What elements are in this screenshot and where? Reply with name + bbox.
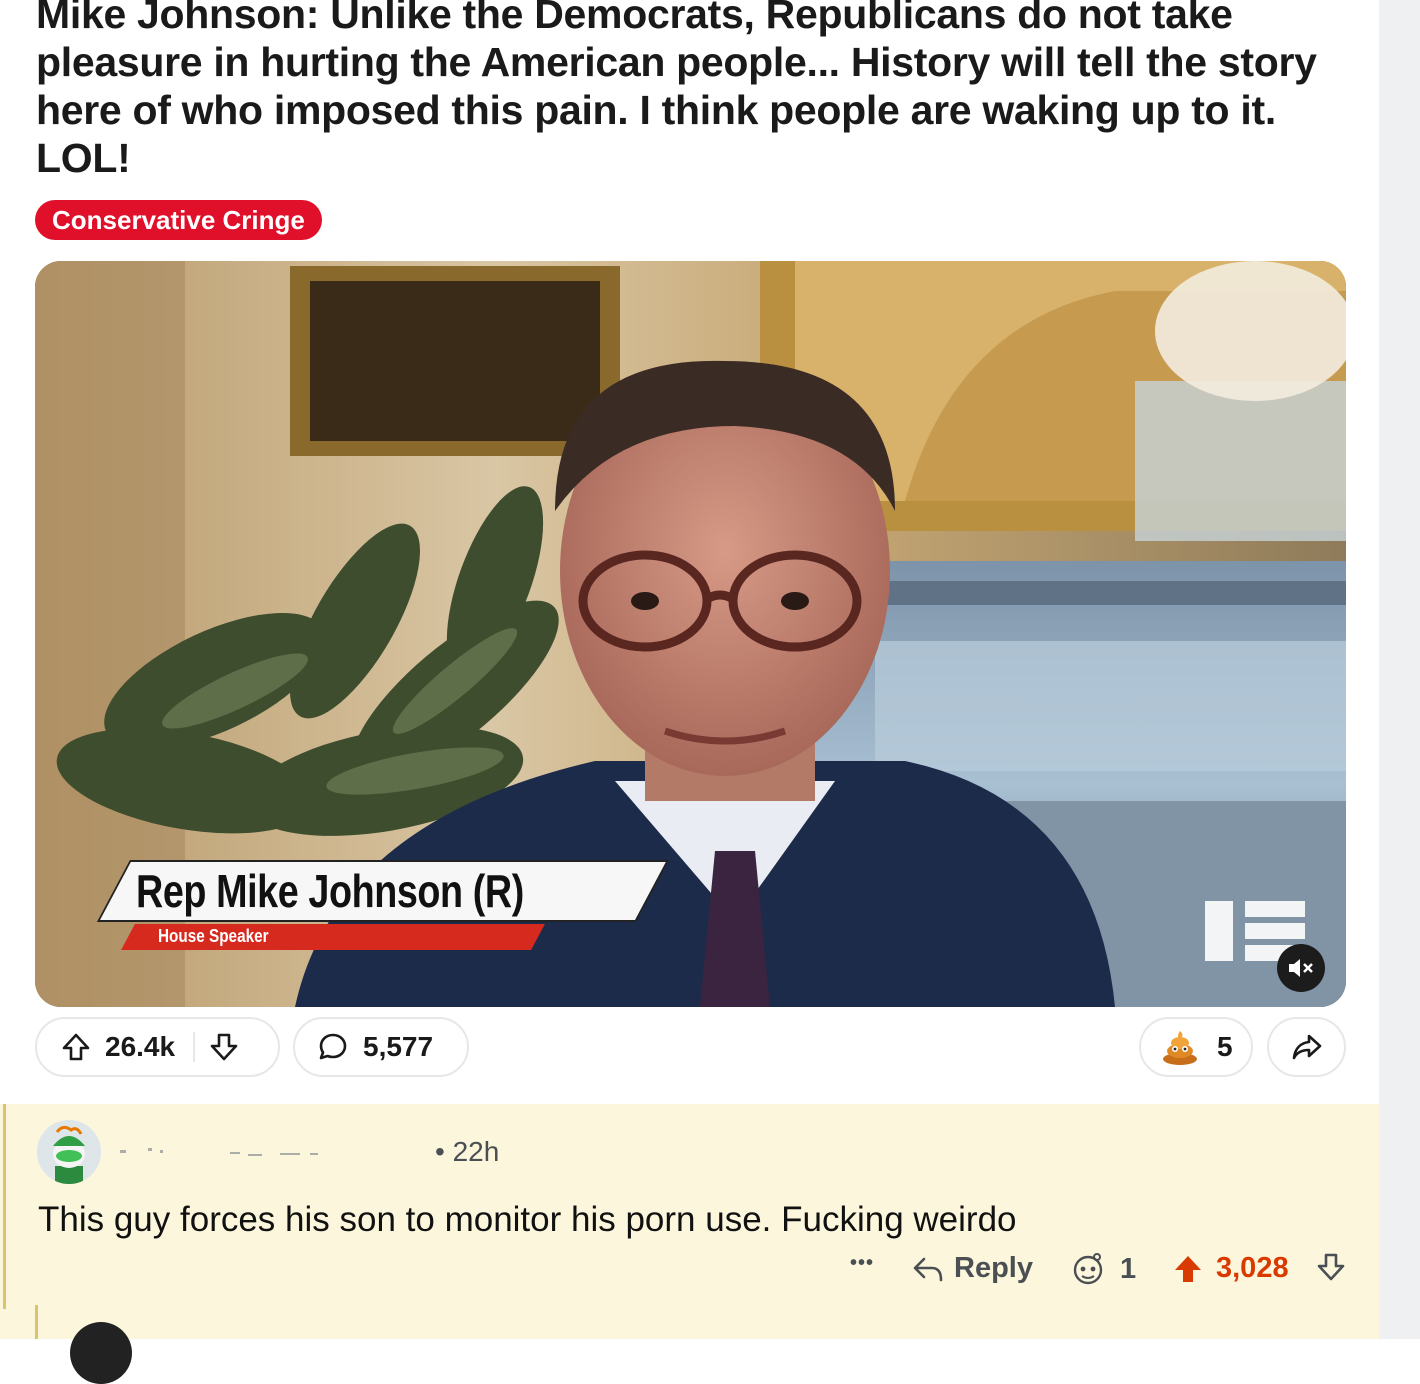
comment-bubble-icon: [319, 1033, 347, 1060]
snoo-avatar-icon: [37, 1120, 101, 1184]
comment-count: 5,577: [363, 1031, 434, 1062]
next-commenter-avatar[interactable]: [70, 1322, 132, 1384]
next-thread-line[interactable]: [35, 1305, 38, 1339]
downvote-arrow-icon: [1317, 1253, 1345, 1281]
commenter-avatar[interactable]: [37, 1120, 101, 1184]
page-gutter: [1379, 0, 1420, 1339]
downvote-button[interactable]: [209, 1032, 239, 1062]
downvote-arrow-icon: [210, 1033, 238, 1061]
more-options-button[interactable]: •••: [850, 1252, 874, 1275]
share-arrow-icon: [1292, 1034, 1321, 1060]
comments-button[interactable]: 5,577: [293, 1017, 469, 1077]
share-button[interactable]: [1267, 1017, 1346, 1077]
reply-button[interactable]: Reply: [912, 1252, 1033, 1285]
comment-body: This guy forces his son to monitor his p…: [38, 1200, 1017, 1239]
comment: • 22h This guy forces his son to monitor…: [0, 1104, 1379, 1339]
mute-button[interactable]: [1277, 944, 1325, 992]
award-snoo-icon: [1073, 1253, 1103, 1285]
reply-arrow-icon: [913, 1257, 943, 1281]
vote-divider: [193, 1032, 196, 1062]
upvote-filled-icon: [1175, 1255, 1201, 1282]
comment-award-count: 1: [1120, 1252, 1137, 1285]
comment-downvote-button[interactable]: [1316, 1252, 1346, 1282]
comment-upvote-button[interactable]: 3,028: [1172, 1252, 1289, 1285]
post-title[interactable]: Mike Johnson: Unlike the Democrats, Repu…: [36, 0, 1356, 182]
award-button[interactable]: 5: [1139, 1017, 1253, 1077]
post-card: Mike Johnson: Unlike the Democrats, Repu…: [0, 0, 1379, 1086]
speaker-muted-icon: [1289, 959, 1313, 977]
reply-label: Reply: [954, 1252, 1033, 1284]
award-count: 5: [1217, 1031, 1233, 1062]
thread-line[interactable]: [3, 1104, 6, 1309]
comment-timestamp: • 22h: [435, 1136, 500, 1167]
upvote-button[interactable]: [61, 1032, 91, 1062]
poop-award-icon: [1163, 1031, 1197, 1065]
post-flair[interactable]: Conservative Cringe: [35, 200, 322, 240]
upvote-count: 26.4k: [105, 1031, 176, 1062]
username-redacted[interactable]: [120, 1144, 420, 1158]
upvote-arrow-icon: [62, 1033, 90, 1061]
lower-third-name: Rep Mike Johnson (R): [136, 865, 524, 917]
lower-third-role: House Speaker: [158, 926, 269, 946]
comment-score: 3,028: [1216, 1252, 1289, 1284]
vote-bar: 26.4k: [35, 1017, 280, 1077]
comment-award-button[interactable]: 1: [1070, 1252, 1136, 1286]
